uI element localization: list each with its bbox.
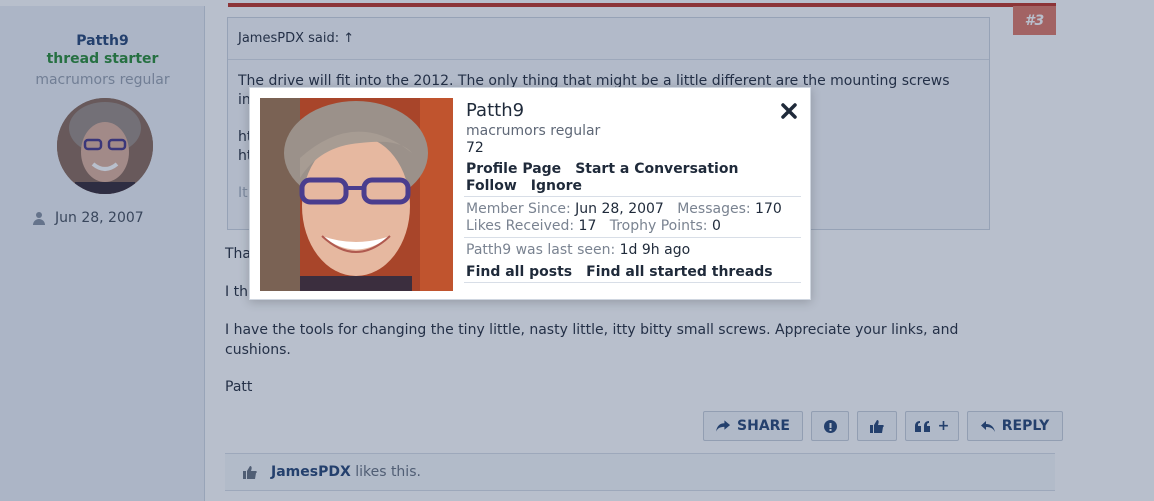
last-seen-row: Patth9 was last seen: 1d 9h ago <box>466 242 690 258</box>
find-links-row: Find all posts Find all started threads <box>466 264 773 280</box>
member-photo[interactable] <box>260 98 453 291</box>
member-stats-row2: Likes Received: 17 Trophy Points: 0 <box>466 218 721 234</box>
member-name[interactable]: Patth9 <box>466 100 524 121</box>
close-icon <box>781 103 797 119</box>
member-count: 72 <box>466 140 484 156</box>
trophy-points-value[interactable]: 0 <box>712 218 721 234</box>
member-links-row1: Profile Page Start a Conversation <box>466 161 738 177</box>
trophy-points-label: Trophy Points: <box>609 218 708 234</box>
member-links-row2: Follow Ignore <box>466 178 582 194</box>
profile-page-link[interactable]: Profile Page <box>466 161 561 177</box>
member-title: macrumors regular <box>466 123 601 139</box>
find-all-threads-link[interactable]: Find all started threads <box>586 264 772 280</box>
member-since-value: Jun 28, 2007 <box>575 201 664 217</box>
last-seen-label: Patth9 was last seen: <box>466 242 616 258</box>
likes-received-label: Likes Received: <box>466 218 575 234</box>
ignore-link[interactable]: Ignore <box>531 178 582 194</box>
popup-divider <box>464 196 801 197</box>
member-stats-row1: Member Since: Jun 28, 2007 Messages: 170 <box>466 201 782 217</box>
follow-link[interactable]: Follow <box>466 178 517 194</box>
close-button[interactable] <box>780 102 798 120</box>
popup-divider <box>464 237 801 238</box>
messages-value[interactable]: 170 <box>755 201 782 217</box>
popup-divider <box>464 282 801 283</box>
messages-label: Messages: <box>677 201 751 217</box>
likes-received-value: 17 <box>578 218 597 234</box>
member-since-label: Member Since: <box>466 201 571 217</box>
find-all-posts-link[interactable]: Find all posts <box>466 264 572 280</box>
member-portrait <box>260 98 453 291</box>
start-conversation-link[interactable]: Start a Conversation <box>575 161 738 177</box>
member-popup: Patth9 macrumors regular 72 Profile Page… <box>249 87 811 300</box>
last-seen-value: 1d 9h ago <box>619 242 691 258</box>
